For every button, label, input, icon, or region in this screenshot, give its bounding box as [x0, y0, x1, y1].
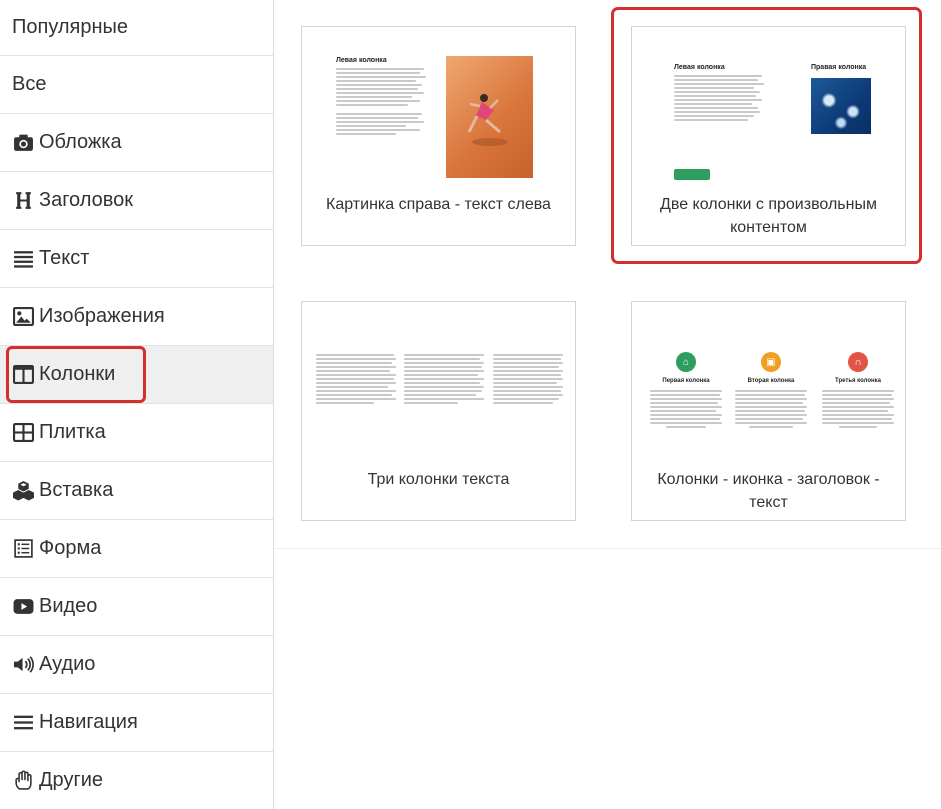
template-card-three-columns[interactable]: Три колонки текста — [301, 301, 576, 521]
home-icon: ⌂ — [676, 352, 696, 372]
sidebar-item-form[interactable]: Форма — [0, 520, 273, 578]
speaker-icon — [12, 654, 34, 676]
headphones-icon: ∩ — [848, 352, 868, 372]
thumbnail-column-3 — [493, 354, 563, 406]
thumbnail-heading: Левая колонка — [336, 57, 387, 64]
thumbnail-right-heading: Правая колонка — [811, 64, 867, 71]
hand-icon — [12, 770, 34, 792]
sidebar-item-tiles[interactable]: Плитка — [0, 404, 273, 462]
video-icon — [12, 596, 34, 618]
content-divider — [275, 548, 941, 549]
thumbnail-col2-heading: Вторая колонка — [747, 378, 795, 384]
card-caption: Колонки - иконка - заголовок - текст — [657, 471, 880, 511]
sidebar-item-video[interactable]: Видео — [0, 578, 273, 636]
camera-icon — [12, 132, 34, 154]
sidebar-item-audio[interactable]: Аудио — [0, 636, 273, 694]
columns-icon — [12, 364, 34, 386]
runner-figure-icon — [467, 94, 508, 146]
card-caption: Две колонки с произвольным контентом — [660, 196, 877, 236]
sidebar-item-label: Обложка — [39, 131, 122, 153]
thumbnail-column-2 — [404, 354, 484, 406]
sidebar-item-label: Заголовок — [39, 189, 134, 211]
text-lines-icon — [12, 248, 34, 270]
bus-icon: ▣ — [761, 352, 781, 372]
card-thumbnail-text: Левая колонка — [336, 57, 426, 137]
sidebar-item-columns[interactable]: Колонки — [0, 346, 273, 404]
sidebar-item-label: Аудио — [39, 653, 96, 675]
sidebar-item-label: Плитка — [39, 421, 106, 443]
sidebar-item-label: Популярные — [12, 16, 129, 38]
sidebar-item-cover[interactable]: Обложка — [0, 114, 273, 172]
card-caption: Картинка справа - текст слева — [326, 196, 551, 213]
sidebar-item-text[interactable]: Текст — [0, 230, 273, 288]
sidebar-item-images[interactable]: Изображения — [0, 288, 273, 346]
sidebar-item-popular[interactable]: Популярные — [0, 0, 273, 56]
thumbnail-col1-heading: Первая колонка — [662, 378, 710, 384]
thumbnail-col2-text — [735, 390, 807, 430]
sidebar-item-embed[interactable]: Вставка — [0, 462, 273, 520]
sidebar-item-label: Изображения — [39, 305, 165, 327]
thumbnail-column-1 — [316, 354, 396, 406]
template-card-two-columns[interactable]: Левая колонка Правая колонка Две колонки… — [631, 26, 906, 246]
sidebar-item-label: Навигация — [39, 711, 138, 733]
template-card-icon-columns[interactable]: ⌂ ▣ ∩ Первая колонка Вторая колонка Трет… — [631, 301, 906, 521]
hamburger-icon — [12, 712, 34, 734]
sidebar-item-all[interactable]: Все — [0, 56, 273, 114]
sidebar-item-label: Видео — [39, 595, 98, 617]
cubes-icon — [12, 480, 34, 502]
thumbnail-sea-photo — [811, 78, 871, 134]
heading-icon — [12, 190, 34, 212]
thumbnail-col3-text — [822, 390, 894, 430]
thumbnail-button — [674, 169, 710, 180]
card-caption: Три колонки текста — [367, 471, 510, 488]
thumbnail-col1-text — [650, 390, 722, 430]
image-icon — [12, 306, 34, 328]
sidebar-item-label: Все — [12, 73, 47, 95]
form-icon — [12, 538, 34, 560]
template-card-image-right[interactable]: Левая колонка Картинка справа - текст сл… — [301, 26, 576, 246]
sidebar-item-other[interactable]: Другие — [0, 752, 273, 809]
sidebar-item-heading[interactable]: Заголовок — [0, 172, 273, 230]
grid-icon — [12, 422, 34, 444]
sidebar-item-label: Вставка — [39, 479, 114, 501]
sidebar-item-label: Форма — [39, 537, 102, 559]
sidebar-item-navigation[interactable]: Навигация — [0, 694, 273, 752]
sidebar: Популярные Все Обложка Заголовок Текст И… — [0, 0, 274, 809]
card-thumbnail-left-column: Левая колонка — [674, 64, 764, 123]
thumbnail-left-heading: Левая колонка — [674, 64, 725, 71]
card-thumbnail-right-column: Правая колонка — [811, 64, 891, 75]
thumbnail-photo — [446, 56, 533, 178]
sidebar-item-label: Другие — [39, 769, 104, 791]
sidebar-item-label: Колонки — [39, 363, 116, 385]
thumbnail-col3-heading: Третья колонка — [835, 378, 881, 384]
sidebar-item-label: Текст — [39, 247, 90, 269]
